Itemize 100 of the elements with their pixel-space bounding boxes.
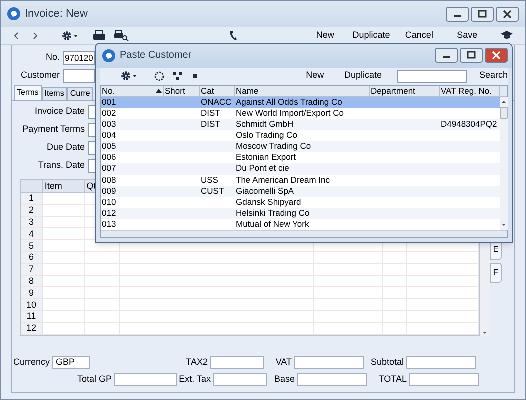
input-field[interactable] [409, 372, 479, 386]
graduation-cap-icon[interactable] [501, 31, 513, 40]
column-header: Item [42, 180, 85, 192]
input-field[interactable]: 970120 [63, 51, 95, 65]
table-cell-text: 006 [101, 152, 118, 164]
toolbar-button[interactable]: Cancel [399, 28, 440, 42]
minimize-button[interactable] [446, 6, 469, 22]
search-button[interactable]: Search [479, 69, 508, 83]
scroll-thumb[interactable] [500, 106, 508, 119]
table-cell-text: DIST [200, 119, 222, 130]
row-number: 3 [28, 216, 34, 227]
app-logo-icon[interactable] [102, 48, 116, 63]
settings-icon[interactable] [120, 70, 138, 82]
side-tab[interactable]: F [490, 263, 502, 283]
toolbar-button[interactable]: Duplicate [344, 28, 400, 42]
settings-icon[interactable] [61, 30, 79, 42]
refresh-icon[interactable] [154, 70, 165, 82]
window-title: Invoice: New [25, 6, 89, 22]
row-number: 12 [26, 323, 36, 334]
row-number: 2 [28, 205, 34, 216]
scroll-down-icon[interactable] [482, 330, 488, 336]
printer-icon[interactable] [93, 30, 106, 41]
tab[interactable]: Items [42, 87, 68, 100]
field-label: Customer [20, 69, 60, 82]
maximize-button[interactable] [460, 48, 483, 64]
close-button[interactable] [496, 6, 519, 22]
table-cell-text: The American Dream Inc [235, 174, 332, 186]
row-number: 7 [28, 264, 34, 274]
search-field[interactable] [397, 70, 468, 83]
app-logo-icon[interactable] [7, 7, 21, 21]
table-cell-text: 005 [101, 141, 118, 152]
hierarchy-icon[interactable] [173, 72, 183, 80]
window-title: Paste Customer [120, 49, 193, 64]
field-label: Trans. Date [37, 159, 85, 172]
field-label: Base [273, 372, 295, 386]
table-cell-text: Du Pont et cie [235, 163, 290, 175]
field-label: TAX2 [185, 356, 208, 369]
column-header[interactable]: No. [101, 86, 164, 96]
table-row[interactable]: 007 Du Pont et cie [101, 163, 500, 175]
square-icon[interactable] [193, 74, 197, 78]
tab[interactable]: Curre [67, 87, 94, 100]
table-cell-text: USS [200, 174, 220, 186]
table-row[interactable]: 010 Gdansk Shipyard [101, 196, 500, 208]
table-row[interactable]: 009 CUST Giacomelli SpA [101, 186, 500, 197]
input-field[interactable] [210, 356, 264, 370]
table-cell-text: Estonian Export [235, 152, 298, 164]
table-row[interactable]: 005 Moscow Trading Co [101, 141, 500, 152]
table-cell-text: 012 [101, 208, 118, 219]
row-number: 9 [28, 288, 34, 298]
table-cell-text: DIST [200, 108, 222, 120]
tab[interactable]: Terms [14, 85, 42, 100]
table-cell-text: Giacomelli SpA [235, 186, 296, 197]
table-cell-text: New World Import/Export Co [235, 108, 346, 120]
table-cell-text: Oslo Trading Co [235, 130, 298, 142]
row-number: 11 [26, 311, 36, 322]
print-preview-icon[interactable] [114, 30, 129, 41]
sort-ascending-icon[interactable] [156, 88, 162, 93]
row-number: 6 [28, 252, 34, 262]
table-cell-text: 007 [101, 163, 118, 175]
table-cell-text: 013 [101, 218, 118, 230]
minimize-button[interactable] [435, 48, 458, 64]
row-number: 10 [26, 300, 36, 310]
table-cell-text: Gdansk Shipyard [235, 196, 302, 208]
table-row[interactable]: 004 Oslo Trading Co [101, 130, 500, 142]
toolbar-button[interactable]: Duplicate [339, 69, 388, 83]
table-row[interactable]: 003 DIST Schmidt GmbH D4948304PQ2 [101, 119, 500, 130]
toolbar-button[interactable]: New [307, 28, 344, 42]
table-cell-text: 002 [101, 108, 118, 120]
table-row[interactable]: 012 Helsinki Trading Co [101, 208, 500, 219]
column-header[interactable]: VAT Reg. No. [440, 86, 500, 96]
maximize-button[interactable] [471, 6, 494, 22]
toolbar-button[interactable]: Save [440, 28, 495, 42]
table-cell-text: D4948304PQ2 [440, 119, 498, 130]
input-field[interactable] [297, 372, 367, 386]
table-cell-text: ONACC [200, 96, 233, 108]
scroll-down-icon[interactable] [501, 222, 507, 228]
row-number: 4 [28, 228, 34, 239]
column-header[interactable]: Department [370, 86, 440, 96]
table-cell-text: Moscow Trading Co [235, 141, 312, 152]
field-label: VAT [274, 356, 292, 369]
field-label: Payment Terms [22, 123, 85, 136]
input-field[interactable] [294, 356, 364, 370]
field-label: Ext. Tax [179, 372, 211, 386]
close-button[interactable] [485, 48, 508, 64]
input-field[interactable] [213, 372, 267, 386]
table-row[interactable]: 001 ONACC Against All Odds Trading Co [101, 96, 500, 108]
column-header[interactable]: Short [164, 86, 200, 96]
phone-icon[interactable] [229, 30, 237, 41]
table-cell-text: 004 [101, 130, 118, 142]
input-field[interactable]: GBP [52, 356, 90, 370]
column-header[interactable]: Name [235, 86, 370, 96]
column-header[interactable]: Cat [200, 86, 235, 96]
input-field[interactable] [406, 356, 476, 370]
toolbar-button[interactable]: New [301, 69, 330, 83]
table-cell-text: Mutual of New York [235, 218, 310, 230]
input-field[interactable] [63, 69, 95, 83]
table-row[interactable]: 006 Estonian Export [101, 152, 500, 164]
table-cell-text: Schmidt GmbH [235, 119, 295, 130]
input-field[interactable] [114, 372, 177, 386]
row-number: 1 [28, 193, 34, 204]
